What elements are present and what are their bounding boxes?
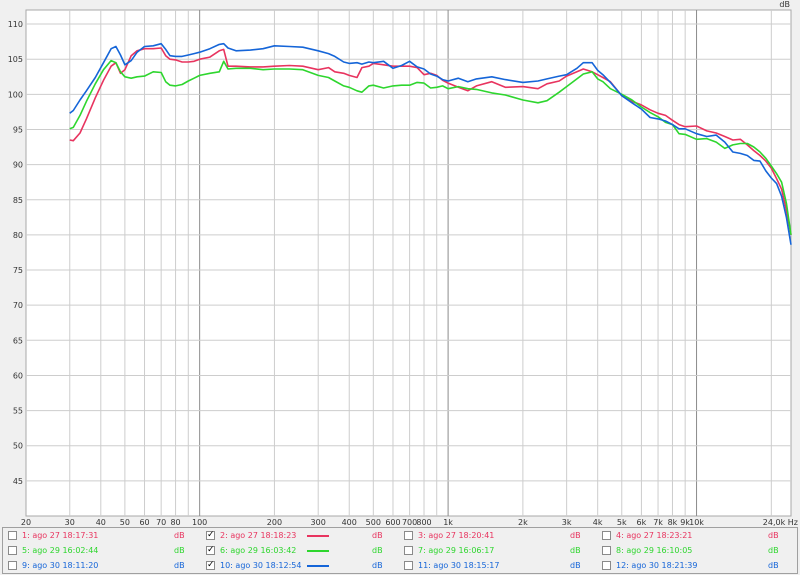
legend-label: 8: ago 29 16:10:05: [616, 546, 693, 555]
x-tick-label: 20: [21, 518, 31, 527]
legend-swatch: [307, 535, 329, 537]
x-tick-label: 100: [192, 518, 207, 527]
y-tick-label: 95: [13, 125, 23, 134]
legend-item: 1: ago 27 18:17:31 dB: [6, 529, 203, 543]
legend-checkbox[interactable]: [602, 531, 611, 540]
legend-checkbox[interactable]: [404, 561, 413, 570]
legend-label: 11: ago 30 18:15:17: [418, 561, 500, 570]
legend-unit: dB: [768, 561, 779, 570]
legend-item: 12: ago 30 18:21:39 dB: [600, 559, 797, 573]
x-tick-label: 6k: [637, 518, 647, 527]
legend-unit: dB: [570, 561, 581, 570]
legend-checkbox[interactable]: [602, 546, 611, 555]
y-tick-label: 65: [13, 336, 23, 345]
legend-swatch: [307, 565, 329, 567]
x-tick-label: 7k: [653, 518, 663, 527]
x-tick-label: 700: [402, 518, 417, 527]
x-tick-label: 70: [156, 518, 166, 527]
legend-checkbox[interactable]: [8, 546, 17, 555]
x-tick-label: 30: [65, 518, 75, 527]
legend-item: 4: ago 27 18:23:21 dB: [600, 529, 797, 543]
legend-unit: dB: [174, 546, 185, 555]
legend-label: 1: ago 27 18:17:31: [22, 531, 99, 540]
x-tick-label: 800: [416, 518, 431, 527]
y-unit-label: dB: [779, 0, 790, 9]
x-tick-label: 50: [120, 518, 130, 527]
legend-checkbox[interactable]: [602, 561, 611, 570]
legend-label: 5: ago 29 16:02:44: [22, 546, 99, 555]
x-tick-label: 10k: [689, 518, 704, 527]
legend-unit: dB: [768, 546, 779, 555]
legend-label: 7: ago 29 16:06:17: [418, 546, 495, 555]
x-tick-label: 4k: [593, 518, 603, 527]
legend-unit: dB: [174, 531, 185, 540]
x-tick-label: 60: [139, 518, 149, 527]
legend-checkbox[interactable]: [8, 561, 17, 570]
y-tick-label: 90: [13, 161, 23, 170]
x-tick-label: 3k: [562, 518, 572, 527]
y-tick-label: 45: [13, 477, 23, 486]
legend-unit: dB: [570, 546, 581, 555]
y-tick-label: 75: [13, 266, 23, 275]
frequency-response-chart: 45 50 55 60 65 70 75 80 85 90 95 100 105 110 20 30 40 50 6…: [8, 0, 798, 527]
y-tick-label: 105: [8, 55, 23, 64]
y-tick-label: 50: [13, 442, 23, 451]
legend-item: 9: ago 30 18:11:20 dB: [6, 559, 203, 573]
legend-item: 8: ago 29 16:10:05 dB: [600, 544, 797, 558]
legend-checkbox[interactable]: ✓: [206, 531, 215, 540]
legend-item: ✓ 10: ago 30 18:12:54 dB: [204, 559, 401, 573]
x-tick-label: 1k: [443, 518, 453, 527]
legend-unit: dB: [372, 561, 383, 570]
legend-item: 7: ago 29 16:06:17 dB: [402, 544, 599, 558]
y-tick-label: 85: [13, 196, 23, 205]
legend-checkbox[interactable]: [404, 531, 413, 540]
y-tick-label: 80: [13, 231, 23, 240]
x-tick-label: 2k: [518, 518, 528, 527]
x-tick-label: 80: [170, 518, 180, 527]
legend-checkbox[interactable]: [404, 546, 413, 555]
legend-unit: dB: [768, 531, 779, 540]
legend-swatch: [307, 550, 329, 552]
legend-unit: dB: [570, 531, 581, 540]
legend-checkbox[interactable]: ✓: [206, 561, 215, 570]
plot-area: 45 50 55 60 65 70 75 80 85 90 95 100 105 110 20 30 40 50 6…: [0, 0, 800, 527]
legend-label: 9: ago 30 18:11:20: [22, 561, 99, 570]
legend-unit: dB: [372, 531, 383, 540]
legend-item: 5: ago 29 16:02:44 dB: [6, 544, 203, 558]
x-tick-label: 8k: [668, 518, 678, 527]
legend-unit: dB: [174, 561, 185, 570]
legend-item: ✓ 6: ago 29 16:03:42 dB: [204, 544, 401, 558]
legend-checkbox[interactable]: ✓: [206, 546, 215, 555]
x-tick-label: 200: [267, 518, 282, 527]
legend-label: 2: ago 27 18:18:23: [220, 531, 297, 540]
legend-item: 11: ago 30 18:15:17 dB: [402, 559, 599, 573]
x-tick-label: 5k: [617, 518, 627, 527]
y-tick-label: 70: [13, 301, 23, 310]
x-tick-label: 400: [342, 518, 357, 527]
x-tick-label: 500: [366, 518, 381, 527]
x-tick-label: 40: [96, 518, 106, 527]
x-tick-label: 600: [385, 518, 400, 527]
legend-item: ✓ 2: ago 27 18:18:23 dB: [204, 529, 401, 543]
y-tick-label: 60: [13, 371, 23, 380]
x-tick-label: 300: [311, 518, 326, 527]
legend-label: 3: ago 27 18:20:41: [418, 531, 495, 540]
legend-unit: dB: [372, 546, 383, 555]
legend-label: 4: ago 27 18:23:21: [616, 531, 693, 540]
y-tick-label: 110: [8, 20, 23, 29]
legend-checkbox[interactable]: [8, 531, 17, 540]
x-tick-label: 24,0k Hz: [763, 518, 798, 527]
legend-label: 10: ago 30 18:12:54: [220, 561, 302, 570]
y-tick-label: 55: [13, 407, 23, 416]
y-tick-label: 100: [8, 90, 23, 99]
legend-item: 3: ago 27 18:20:41 dB: [402, 529, 599, 543]
legend-label: 12: ago 30 18:21:39: [616, 561, 698, 570]
legend-label: 6: ago 29 16:03:42: [220, 546, 297, 555]
legend-panel: 1: ago 27 18:17:31 dB ✓ 2: ago 27 18:18:23 d…: [2, 527, 798, 574]
